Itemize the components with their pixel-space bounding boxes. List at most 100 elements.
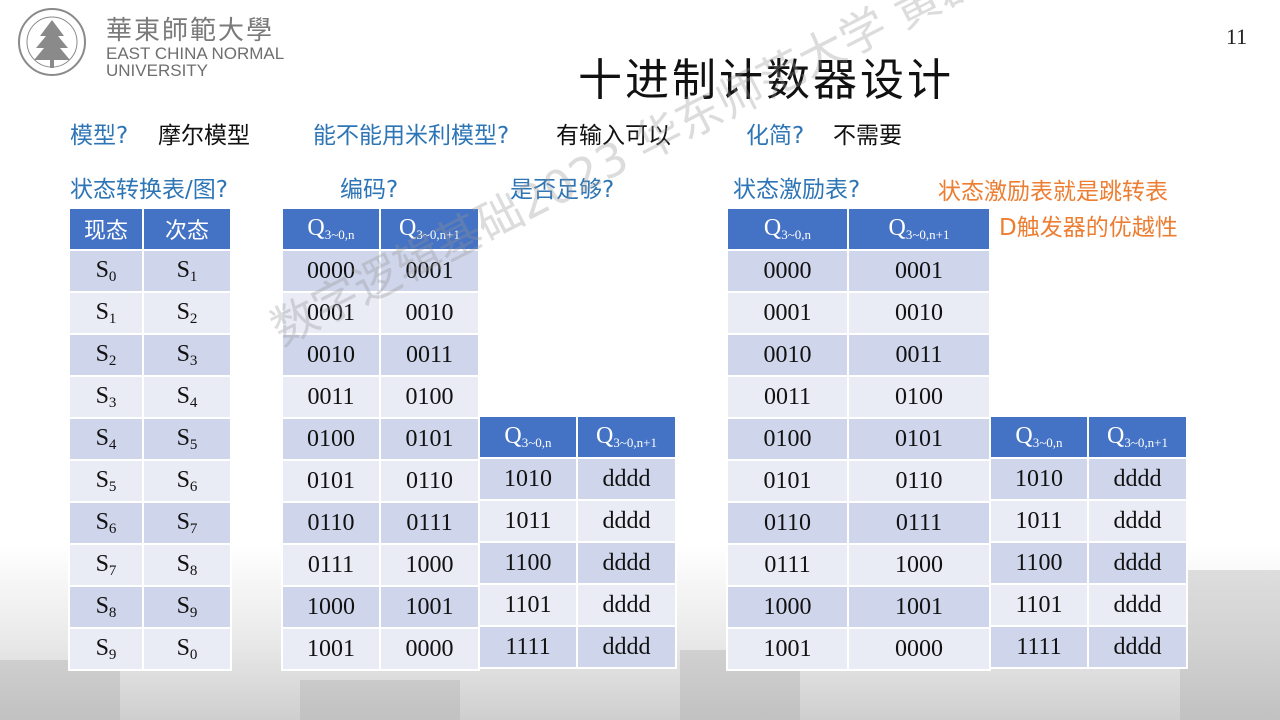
cell-next: 1000 bbox=[379, 543, 480, 587]
cell-next-state: S9 bbox=[142, 585, 232, 629]
table-row: 0100 0101 bbox=[726, 417, 991, 461]
table-row: S3 S4 bbox=[68, 375, 232, 419]
state-transition-table: 现态 次态 S0 S1 S1 S2 S2 S3 S3 S4 S4 S5 S5 S6 S6 S7 S7 S8 S8… bbox=[68, 207, 232, 671]
table-row: S9 S0 bbox=[68, 627, 232, 671]
cell-current: 0011 bbox=[281, 375, 381, 419]
state-index: 6 bbox=[108, 520, 117, 537]
cell-current: 0100 bbox=[726, 417, 849, 461]
note-d-flipflop: D触发器的优越性 bbox=[999, 215, 1178, 241]
cell-current: 0111 bbox=[726, 543, 849, 587]
table-row: S0 S1 bbox=[68, 249, 232, 293]
cell-next: 0000 bbox=[379, 627, 480, 671]
cell-next: 0111 bbox=[379, 501, 480, 545]
cell-current-state: S0 bbox=[68, 249, 144, 293]
cell-next-state: S8 bbox=[142, 543, 232, 587]
cell-current-state: S5 bbox=[68, 459, 144, 503]
cell-current: 1000 bbox=[281, 585, 381, 629]
table-row: 0011 0100 bbox=[281, 375, 480, 419]
cell-next: 1000 bbox=[847, 543, 991, 587]
cell-next: 0110 bbox=[379, 459, 480, 503]
cell-next-state: S6 bbox=[142, 459, 232, 503]
header-current-state: 现态 bbox=[68, 207, 144, 251]
state-index: 5 bbox=[189, 436, 198, 453]
state-index: 4 bbox=[189, 394, 198, 411]
table-row: 0110 0111 bbox=[281, 501, 480, 545]
state-index: 6 bbox=[189, 478, 198, 495]
cell-next: dddd bbox=[576, 457, 677, 501]
cell-next-state: S0 bbox=[142, 627, 232, 671]
cell-next: 0001 bbox=[847, 249, 991, 293]
state-index: 3 bbox=[189, 352, 198, 369]
cell-current: 1101 bbox=[478, 583, 578, 627]
cell-next: dddd bbox=[576, 583, 677, 627]
header-q-current: Q3~0,n bbox=[281, 207, 381, 251]
table-row: 1010 dddd bbox=[478, 457, 677, 501]
page-number: 11 bbox=[1226, 24, 1248, 49]
q-subscript-n: 3~0,n bbox=[781, 227, 812, 242]
table-row: 1010 dddd bbox=[989, 457, 1188, 501]
header-q-next: Q3~0,n+1 bbox=[1087, 415, 1188, 459]
table-row: S1 S2 bbox=[68, 291, 232, 335]
cell-current: 0011 bbox=[726, 375, 849, 419]
q-symbol: Q bbox=[596, 423, 614, 449]
cell-next: dddd bbox=[1087, 457, 1188, 501]
logo-english-line2: UNIVERSITY bbox=[106, 61, 209, 80]
cell-next: dddd bbox=[1087, 583, 1188, 627]
q-symbol: Q bbox=[1107, 423, 1125, 449]
model-question: 模型? bbox=[70, 123, 129, 149]
cell-next: 0010 bbox=[847, 291, 991, 335]
cell-current: 1100 bbox=[989, 541, 1089, 585]
cell-current: 1000 bbox=[726, 585, 849, 629]
state-index: 0 bbox=[108, 268, 117, 285]
table-row: 1101 dddd bbox=[478, 583, 677, 627]
table-row: 1101 dddd bbox=[989, 583, 1188, 627]
header-q-next: Q3~0,n+1 bbox=[847, 207, 991, 251]
table-row: 1000 1001 bbox=[281, 585, 480, 629]
q-symbol: Q bbox=[307, 215, 325, 241]
logo-chinese-name: 華東師範大學 bbox=[106, 16, 275, 46]
cell-current: 0110 bbox=[726, 501, 849, 545]
excitation-table: Q3~0,n Q3~0,n+1 0000 0001 0001 0010 0010 0011 00… bbox=[726, 207, 991, 671]
table-row: S5 S6 bbox=[68, 459, 232, 503]
model-answer: 摩尔模型 bbox=[158, 123, 250, 149]
cell-current-state: S1 bbox=[68, 291, 144, 335]
cell-current: 1010 bbox=[989, 457, 1089, 501]
q-subscript-n: 3~0,n bbox=[521, 435, 552, 450]
state-index: 7 bbox=[108, 562, 117, 579]
unused-codes-table-right: Q3~0,n Q3~0,n+1 1010 dddd 1011 dddd 1100 dddd 11… bbox=[989, 415, 1188, 669]
state-index: 8 bbox=[189, 562, 198, 579]
table-row: 0000 0001 bbox=[726, 249, 991, 293]
cell-current: 1101 bbox=[989, 583, 1089, 627]
cell-next: 0100 bbox=[379, 375, 480, 419]
table-row: 0001 0010 bbox=[726, 291, 991, 335]
cell-current: 0000 bbox=[726, 249, 849, 293]
cell-next-state: S1 bbox=[142, 249, 232, 293]
cell-next-state: S2 bbox=[142, 291, 232, 335]
table-row: 0110 0111 bbox=[726, 501, 991, 545]
state-index: 4 bbox=[108, 436, 117, 453]
cell-current-state: S4 bbox=[68, 417, 144, 461]
table-row: 1001 0000 bbox=[281, 627, 480, 671]
cell-next: 0101 bbox=[379, 417, 480, 461]
cell-current: 1001 bbox=[281, 627, 381, 671]
table-row: 0011 0100 bbox=[726, 375, 991, 419]
cell-current: 1011 bbox=[989, 499, 1089, 543]
state-index: 0 bbox=[189, 646, 198, 663]
cell-current: 1001 bbox=[726, 627, 849, 671]
cell-current: 0101 bbox=[281, 459, 381, 503]
cell-current: 0110 bbox=[281, 501, 381, 545]
table-row: 1011 dddd bbox=[989, 499, 1188, 543]
state-index: 5 bbox=[108, 478, 117, 495]
cell-current: 0111 bbox=[281, 543, 381, 587]
state-index: 9 bbox=[108, 646, 117, 663]
cell-current-state: S2 bbox=[68, 333, 144, 377]
cell-next: 0101 bbox=[847, 417, 991, 461]
mealy-question: 能不能用米利模型? bbox=[313, 123, 510, 149]
university-logo: 華東師範大學 EAST CHINA NORMAL UNIVERSITY bbox=[10, 6, 290, 80]
pine-tree-seal-icon bbox=[18, 8, 86, 76]
cell-current-state: S7 bbox=[68, 543, 144, 587]
table-row: 0111 1000 bbox=[281, 543, 480, 587]
header-q-current: Q3~0,n bbox=[478, 415, 578, 459]
cell-next-state: S5 bbox=[142, 417, 232, 461]
cell-current: 1111 bbox=[478, 625, 578, 669]
